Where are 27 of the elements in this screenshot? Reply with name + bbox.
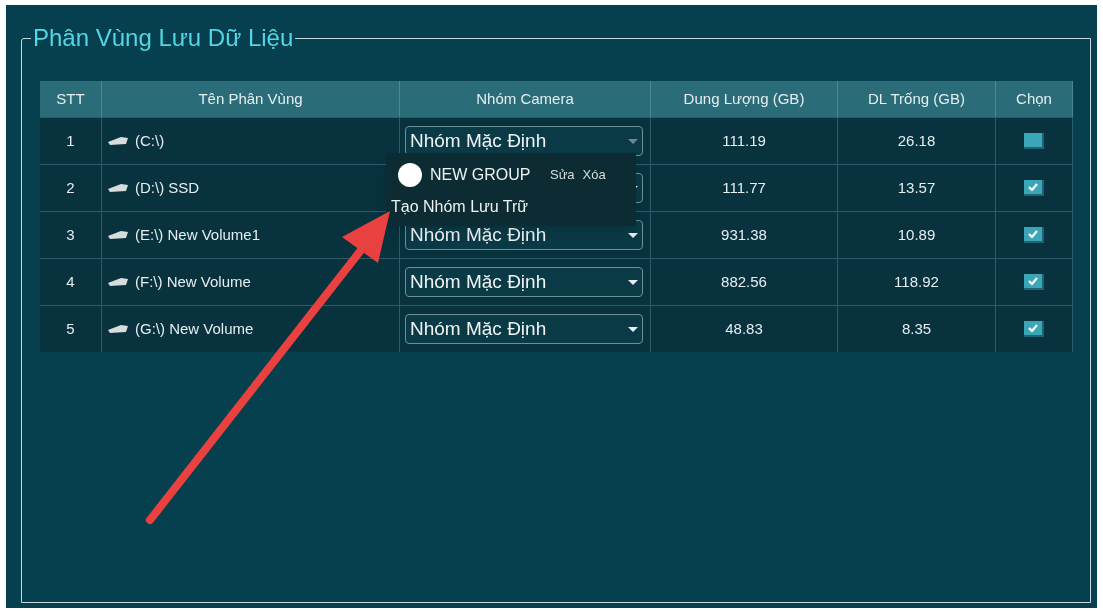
table-cell-text: (F:\) New Volume	[135, 271, 251, 292]
table-cell-text: 10.89	[897, 224, 936, 245]
table-cell-text: 882.56	[721, 271, 767, 292]
table-cell-text: (G:\) New Volume	[135, 318, 254, 339]
menu-item[interactable]: NEW GROUP	[430, 163, 550, 187]
table-cell-text: 111.77	[722, 177, 766, 198]
table-cell-text: 26.18	[897, 130, 936, 151]
table-cell-text: 1	[66, 130, 75, 151]
action-link[interactable]: Sửa	[550, 165, 575, 185]
table-cell-text: 3	[66, 224, 75, 245]
action-link[interactable]: Xóa	[582, 165, 606, 185]
table-cell-text: 8.35	[901, 318, 932, 339]
table-cell-text: 13.57	[897, 177, 936, 198]
menu-item[interactable]: Tạo Nhóm Lưu Trữ	[391, 195, 529, 219]
table-cell-text: (D:\) SSD	[135, 177, 200, 198]
group-dropdown[interactable]: Nhóm Mặc Định	[405, 126, 643, 156]
table-cell-text: 111.19	[722, 130, 766, 151]
group-dropdown[interactable]: Nhóm Mặc Định	[405, 314, 643, 344]
table-cell-text: 118.92	[894, 271, 939, 292]
table-cell-text: 5	[66, 318, 75, 339]
table-cell-text: (E:\) New Volume1	[135, 224, 261, 245]
table-cell-text: 4	[66, 271, 75, 292]
table-cell-text: 931.38	[721, 224, 767, 245]
table-cell-text: 48.83	[725, 318, 763, 339]
group-dropdown[interactable]: Nhóm Mặc Định	[405, 267, 643, 297]
table-cell-text: 2	[66, 177, 75, 198]
table-cell-text: (C:\)	[135, 130, 165, 151]
